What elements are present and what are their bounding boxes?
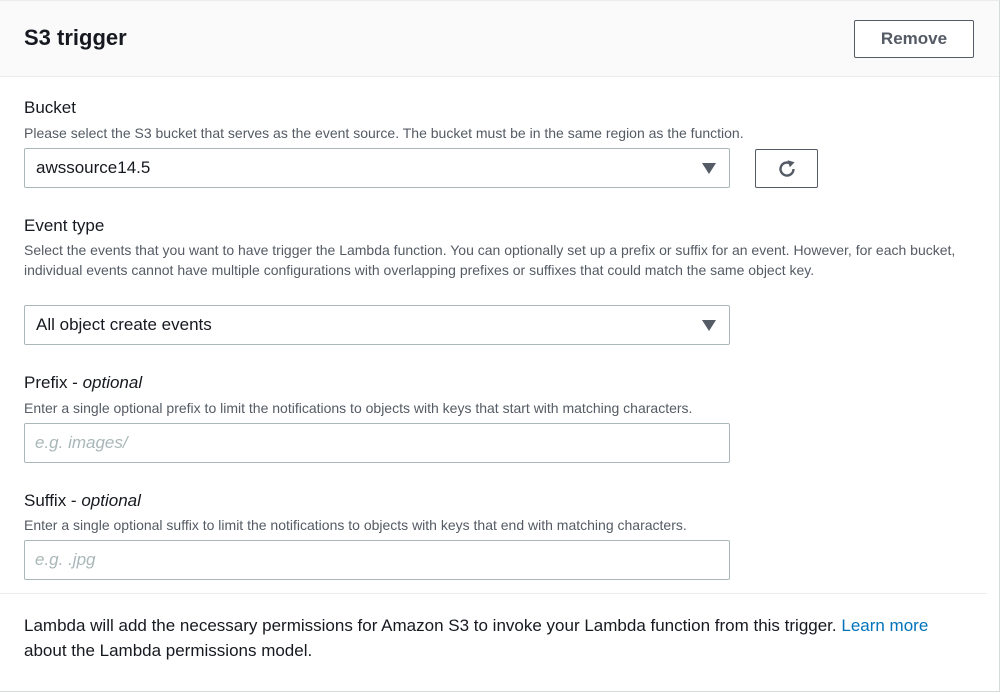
refresh-icon [778,159,795,177]
suffix-label-text: Suffix - [24,491,82,510]
suffix-field[interactable] [24,540,730,580]
divider [0,593,987,594]
prefix-description: Enter a single optional prefix to limit … [24,400,693,416]
prefix-label: Prefix - optional [24,373,142,393]
prefix-label-text: Prefix - [24,373,83,392]
remove-button[interactable]: Remove [854,20,974,58]
event-type-select[interactable]: All object create events [24,305,730,345]
prefix-field[interactable] [24,423,730,463]
bucket-description: Please select the S3 bucket that serves … [24,125,744,141]
suffix-input[interactable] [25,541,729,579]
panel-header: S3 trigger Remove [0,1,999,77]
bucket-label: Bucket [24,98,76,117]
event-type-description: Select the events that you want to have … [24,242,956,278]
event-type-select-value: All object create events [36,315,212,334]
bucket-select-value: awssource14.5 [36,158,151,177]
suffix-description: Enter a single optional suffix to limit … [24,517,687,533]
caret-down-icon [702,163,716,174]
permissions-note-text-end: about the Lambda permissions model. [24,641,313,660]
prefix-input[interactable] [25,424,729,462]
learn-more-link[interactable]: Learn more [841,616,928,635]
suffix-optional-text: optional [81,491,141,510]
panel-title: S3 trigger [24,25,127,50]
permissions-note-text: Lambda will add the necessary permission… [24,616,842,635]
s3-trigger-panel: S3 trigger Remove Bucket Please select t… [0,0,1000,692]
event-type-label: Event type [24,216,105,235]
refresh-button[interactable] [755,149,818,188]
bucket-select[interactable]: awssource14.5 [24,148,730,188]
suffix-label: Suffix - optional [24,491,141,511]
caret-down-icon [702,320,716,331]
permissions-note: Lambda will add the necessary permission… [24,613,954,663]
prefix-optional-text: optional [82,373,143,392]
